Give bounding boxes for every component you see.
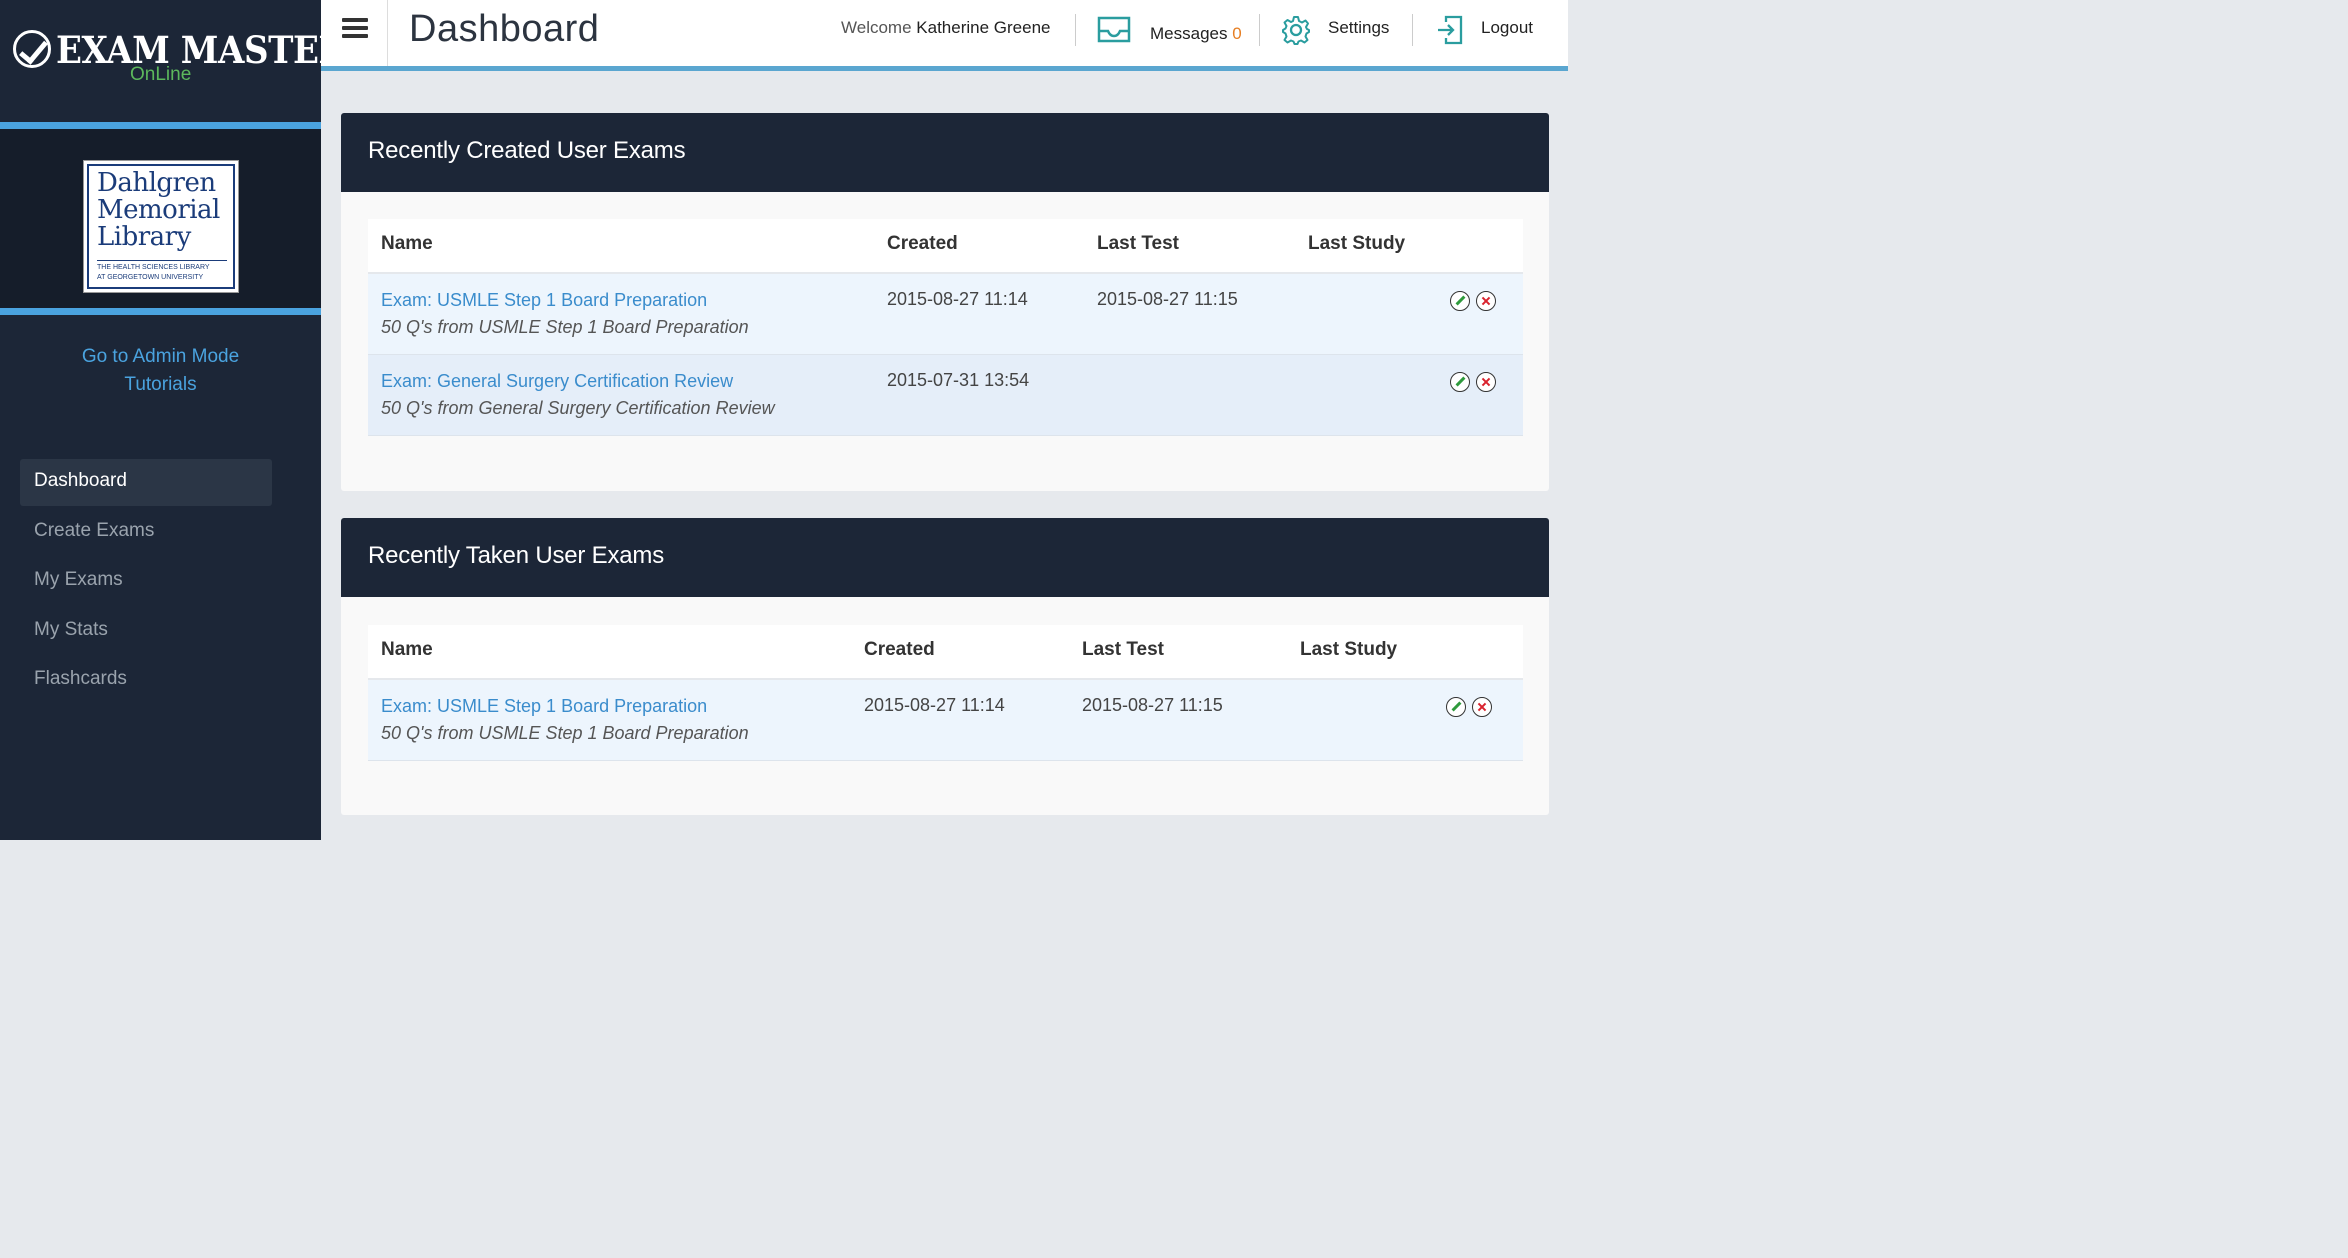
panel-title: Recently Created User Exams: [341, 113, 1549, 192]
close-icon[interactable]: [1476, 291, 1496, 311]
page-title: Dashboard: [409, 8, 600, 50]
checkmark-icon: [13, 30, 51, 68]
exam-cell: Exam: USMLE Step 1 Board Preparation 50 …: [381, 287, 749, 341]
column-last-test: Last Test: [1097, 233, 1180, 254]
column-name: Name: [381, 233, 433, 254]
table-header: Name Created Last Test Last Study: [368, 219, 1523, 274]
brand-logo[interactable]: EXAM MASTER® OnLine: [0, 0, 363, 122]
exam-description: 50 Q's from USMLE Step 1 Board Preparati…: [381, 723, 749, 743]
column-last-study: Last Study: [1300, 639, 1398, 660]
library-logo-area: Dahlgren Memorial Library The Health Sci…: [0, 129, 321, 308]
taken-exams-table: Name Created Last Test Last Study Exam: …: [368, 625, 1523, 761]
library-tagline: The Health Sciences Library at Georgetow…: [97, 260, 227, 283]
column-created: Created: [887, 233, 958, 254]
divider: [0, 308, 321, 315]
column-last-test: Last Test: [1082, 639, 1165, 660]
exam-cell: Exam: General Surgery Certification Revi…: [381, 368, 775, 422]
brand-subtitle: OnLine: [130, 64, 192, 85]
recently-taken-panel: Recently Taken User Exams Name Created L…: [341, 518, 1549, 815]
created-date: 2015-08-27 11:14: [887, 289, 1028, 309]
column-created: Created: [864, 639, 935, 660]
column-last-study: Last Study: [1308, 233, 1406, 254]
sidebar-links: Go to Admin Mode Tutorials: [0, 315, 321, 399]
recently-created-panel: Recently Created User Exams Name Created…: [341, 113, 1549, 491]
tutorials-link[interactable]: Tutorials: [0, 371, 321, 399]
admin-mode-link[interactable]: Go to Admin Mode: [0, 343, 321, 371]
sidebar-nav: Dashboard Create Exams My Exams My Stats…: [20, 459, 272, 707]
divider: [1259, 14, 1260, 46]
table-row: Exam: General Surgery Certification Revi…: [368, 355, 1523, 436]
pencil-icon[interactable]: [1450, 291, 1470, 311]
exam-cell: Exam: USMLE Step 1 Board Preparation 50 …: [381, 693, 749, 747]
nav-item-my-stats[interactable]: My Stats: [20, 608, 272, 655]
divider: [0, 122, 321, 129]
user-name: Katherine Greene: [916, 18, 1051, 37]
top-header: Dashboard Welcome Katherine Greene Messa…: [321, 0, 1568, 66]
exam-description: 50 Q's from General Surgery Certificatio…: [381, 398, 775, 418]
table-row: Exam: USMLE Step 1 Board Preparation 50 …: [368, 680, 1523, 761]
created-date: 2015-08-27 11:14: [864, 695, 1005, 715]
exam-link[interactable]: Exam: USMLE Step 1 Board Preparation: [381, 693, 749, 720]
library-name-line2: Memorial: [97, 195, 220, 225]
exam-link[interactable]: Exam: General Surgery Certification Revi…: [381, 368, 775, 395]
welcome-text: Welcome Katherine Greene: [841, 18, 1051, 37]
pencil-icon[interactable]: [1450, 372, 1470, 392]
column-name: Name: [381, 639, 433, 660]
exam-link[interactable]: Exam: USMLE Step 1 Board Preparation: [381, 287, 749, 314]
pencil-icon[interactable]: [1446, 697, 1466, 717]
library-name-line3: Library: [97, 222, 191, 252]
library-logo: Dahlgren Memorial Library The Health Sci…: [83, 160, 239, 293]
gear-icon[interactable]: [1281, 15, 1311, 45]
close-icon[interactable]: [1472, 697, 1492, 717]
hamburger-icon: [342, 18, 368, 22]
logout-link[interactable]: Logout: [1481, 18, 1533, 38]
menu-toggle-button[interactable]: [321, 0, 388, 66]
created-exams-table: Name Created Last Test Last Study Exam: …: [368, 219, 1523, 436]
library-name-line1: Dahlgren: [97, 168, 216, 198]
last-test-date: 2015-08-27 11:15: [1082, 695, 1223, 715]
inbox-icon[interactable]: [1097, 14, 1131, 44]
settings-link[interactable]: Settings: [1328, 18, 1389, 38]
nav-item-create-exams[interactable]: Create Exams: [20, 509, 272, 556]
messages-link[interactable]: Messages 0: [1150, 24, 1242, 44]
sidebar: EXAM MASTER® OnLine Dahlgren Memorial Li…: [0, 0, 363, 840]
last-test-date: 2015-08-27 11:15: [1097, 289, 1238, 309]
header-accent-line: [321, 66, 1568, 71]
exam-description: 50 Q's from USMLE Step 1 Board Preparati…: [381, 317, 749, 337]
table-header: Name Created Last Test Last Study: [368, 625, 1523, 680]
divider: [1412, 14, 1413, 46]
table-row: Exam: USMLE Step 1 Board Preparation 50 …: [368, 274, 1523, 355]
nav-item-my-exams[interactable]: My Exams: [20, 558, 272, 605]
messages-count: 0: [1232, 24, 1242, 43]
divider: [1075, 14, 1076, 46]
nav-item-dashboard[interactable]: Dashboard: [20, 459, 272, 506]
logout-icon[interactable]: [1436, 14, 1464, 46]
close-icon[interactable]: [1476, 372, 1496, 392]
panel-title: Recently Taken User Exams: [341, 518, 1549, 597]
created-date: 2015-07-31 13:54: [887, 370, 1030, 390]
nav-item-flashcards[interactable]: Flashcards: [20, 657, 272, 704]
brand-name: EXAM MASTER®: [56, 28, 363, 72]
